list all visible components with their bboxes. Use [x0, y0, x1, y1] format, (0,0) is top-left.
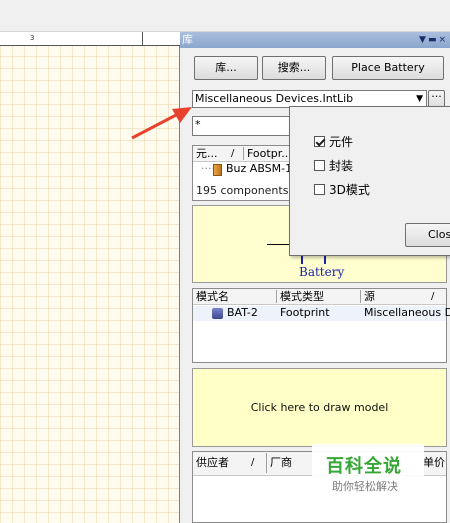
- component-count: 195 components: [196, 184, 289, 197]
- search-scope-popup: 元件 封装 3D模式 Close: [289, 106, 450, 256]
- column-header-model-type[interactable]: 模式类型: [280, 289, 324, 304]
- table-row[interactable]: BAT-2 Footprint Miscellaneous Dev: [193, 306, 450, 321]
- sort-icon: /: [231, 148, 235, 159]
- option-label: 3D模式: [329, 183, 370, 197]
- watermark-subtitle: 助你轻松解决: [332, 480, 398, 493]
- column-header-footprint[interactable]: Footpr...: [247, 146, 292, 161]
- library-select-value: Miscellaneous Devices.IntLib: [195, 92, 354, 105]
- column-separator: [243, 147, 244, 160]
- option-label: 封装: [329, 159, 354, 173]
- column-header-price[interactable]: 单价: [423, 454, 445, 472]
- option-label: 元件: [329, 135, 354, 149]
- checkbox[interactable]: [314, 160, 325, 171]
- model-type: Footprint: [280, 306, 330, 319]
- option-footprint[interactable]: 封装: [314, 157, 353, 174]
- panel-menu-icon[interactable]: ▼: [419, 35, 428, 45]
- checkbox[interactable]: [314, 184, 325, 195]
- filter-input[interactable]: *: [192, 116, 292, 136]
- search-button[interactable]: 搜索...: [262, 56, 326, 80]
- chevron-down-icon[interactable]: ▼: [416, 91, 423, 107]
- panel-title-controls: ▼▬×: [419, 32, 448, 48]
- red-arrow-icon: [131, 107, 192, 140]
- sort-icon: /: [431, 291, 435, 302]
- column-separator: [276, 290, 277, 303]
- close-button[interactable]: Close: [405, 223, 450, 247]
- panel-title-bar: 库 ▼▬×: [180, 32, 450, 48]
- column-header-name[interactable]: 元...: [196, 146, 218, 161]
- libraries-button[interactable]: 库...: [194, 56, 258, 80]
- pin-icon[interactable]: ▬: [428, 35, 439, 45]
- option-3d-model[interactable]: 3D模式: [314, 181, 370, 198]
- option-component[interactable]: 元件: [314, 133, 353, 150]
- column-separator: [360, 290, 361, 303]
- checkbox[interactable]: [314, 136, 325, 147]
- top-toolbar-strip: [0, 0, 450, 32]
- watermark-title: 百科全说: [326, 456, 402, 477]
- model-name: BAT-2: [227, 306, 258, 319]
- footprint-icon: [212, 308, 223, 319]
- model-source: Miscellaneous Dev: [364, 306, 450, 319]
- column-header-manufacturer[interactable]: 厂商: [270, 454, 292, 472]
- ruler-number: 3: [30, 34, 35, 42]
- ruler-tick: [142, 32, 143, 46]
- component-icon: [213, 164, 222, 176]
- preview-component-label: Battery: [299, 265, 345, 279]
- watermark: 百科全说 助你轻松解决: [312, 444, 424, 499]
- model-3d-area[interactable]: Click here to draw model: [192, 368, 447, 447]
- models-table-header: 模式名 模式类型 源 /: [193, 289, 446, 305]
- column-header-supplier[interactable]: 供应者: [196, 454, 229, 472]
- place-component-button[interactable]: Place Battery: [332, 56, 444, 80]
- close-icon[interactable]: ×: [438, 35, 448, 45]
- panel-title: 库: [182, 33, 193, 46]
- column-separator: [266, 453, 267, 473]
- sheet-ruler: 3: [0, 32, 180, 46]
- column-header-model-name[interactable]: 模式名: [196, 289, 229, 304]
- sort-icon: /: [251, 457, 255, 468]
- models-table[interactable]: 模式名 模式类型 源 / BAT-2 Footprint Miscellaneo…: [192, 288, 450, 363]
- column-header-source[interactable]: 源: [364, 289, 375, 304]
